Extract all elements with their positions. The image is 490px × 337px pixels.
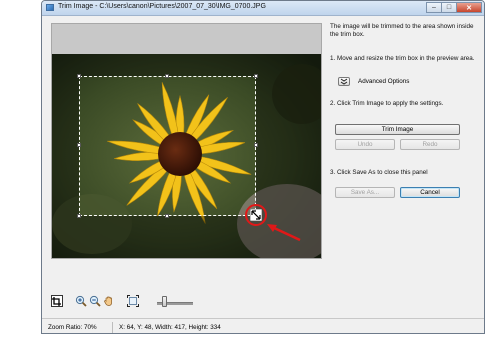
trim-box[interactable] bbox=[77, 74, 258, 218]
zoom-ratio-text: Zoom Ratio: 70% bbox=[48, 324, 97, 331]
trim-handle-top-left[interactable] bbox=[77, 74, 81, 78]
advanced-options-label[interactable]: Advanced Options bbox=[358, 78, 409, 85]
window-controls: – □ ✕ bbox=[426, 2, 482, 13]
status-bar: Zoom Ratio: 70% X: 64, Y: 48, Width: 417… bbox=[42, 318, 484, 333]
outside-trim-shade-left bbox=[52, 76, 79, 216]
close-button[interactable]: ✕ bbox=[456, 2, 482, 13]
intro-text: The image will be trimmed to the area sh… bbox=[330, 23, 474, 38]
trim-handle-top-right[interactable] bbox=[254, 74, 258, 78]
window-title: Trim Image - C:\Users\canon\Pictures\200… bbox=[58, 3, 266, 10]
fit-to-window-icon[interactable] bbox=[127, 295, 139, 307]
trim-image-button[interactable]: Trim Image bbox=[335, 124, 460, 135]
zoom-in-icon[interactable] bbox=[75, 295, 87, 307]
outside-trim-shade-top bbox=[52, 54, 321, 76]
cancel-button[interactable]: Cancel bbox=[400, 187, 460, 198]
trim-handle-left[interactable] bbox=[77, 143, 81, 147]
redo-button[interactable]: Redo bbox=[400, 139, 460, 150]
status-separator bbox=[112, 322, 113, 333]
undo-button[interactable]: Undo bbox=[335, 139, 395, 150]
step2-text: 2. Click Trim Image to apply the setting… bbox=[330, 100, 444, 107]
trim-box-tool-icon[interactable] bbox=[51, 295, 63, 307]
zoom-slider-thumb[interactable] bbox=[162, 296, 168, 307]
preview-area[interactable] bbox=[51, 23, 322, 259]
minimize-button[interactable]: – bbox=[426, 2, 442, 13]
step3-text: 3. Click Save As to close this panel bbox=[330, 169, 428, 176]
zoom-out-icon[interactable] bbox=[89, 295, 101, 307]
advanced-options-row[interactable]: Advanced Options bbox=[338, 77, 409, 86]
step1-text: 1. Move and resize the trim box in the p… bbox=[330, 55, 475, 62]
trim-image-window: Trim Image - C:\Users\canon\Pictures\200… bbox=[41, 0, 485, 334]
hand-pan-icon[interactable] bbox=[103, 295, 115, 307]
trim-handle-right[interactable] bbox=[254, 143, 258, 147]
double-chevron-down-icon[interactable] bbox=[338, 77, 350, 86]
title-bar[interactable]: Trim Image - C:\Users\canon\Pictures\200… bbox=[42, 1, 484, 16]
trim-handle-top[interactable] bbox=[165, 74, 169, 78]
app-icon bbox=[46, 4, 54, 11]
save-as-button[interactable]: Save As... bbox=[335, 187, 395, 198]
preview-toolbar bbox=[51, 295, 211, 309]
outside-trim-shade-right bbox=[256, 76, 321, 216]
trim-coordinates-text: X: 64, Y: 48, Width: 417, Height: 334 bbox=[119, 324, 221, 331]
maximize-button[interactable]: □ bbox=[441, 2, 457, 13]
trim-handle-bottom-left[interactable] bbox=[77, 214, 81, 218]
trim-handle-bottom[interactable] bbox=[165, 214, 169, 218]
red-arrow-icon bbox=[267, 224, 301, 242]
